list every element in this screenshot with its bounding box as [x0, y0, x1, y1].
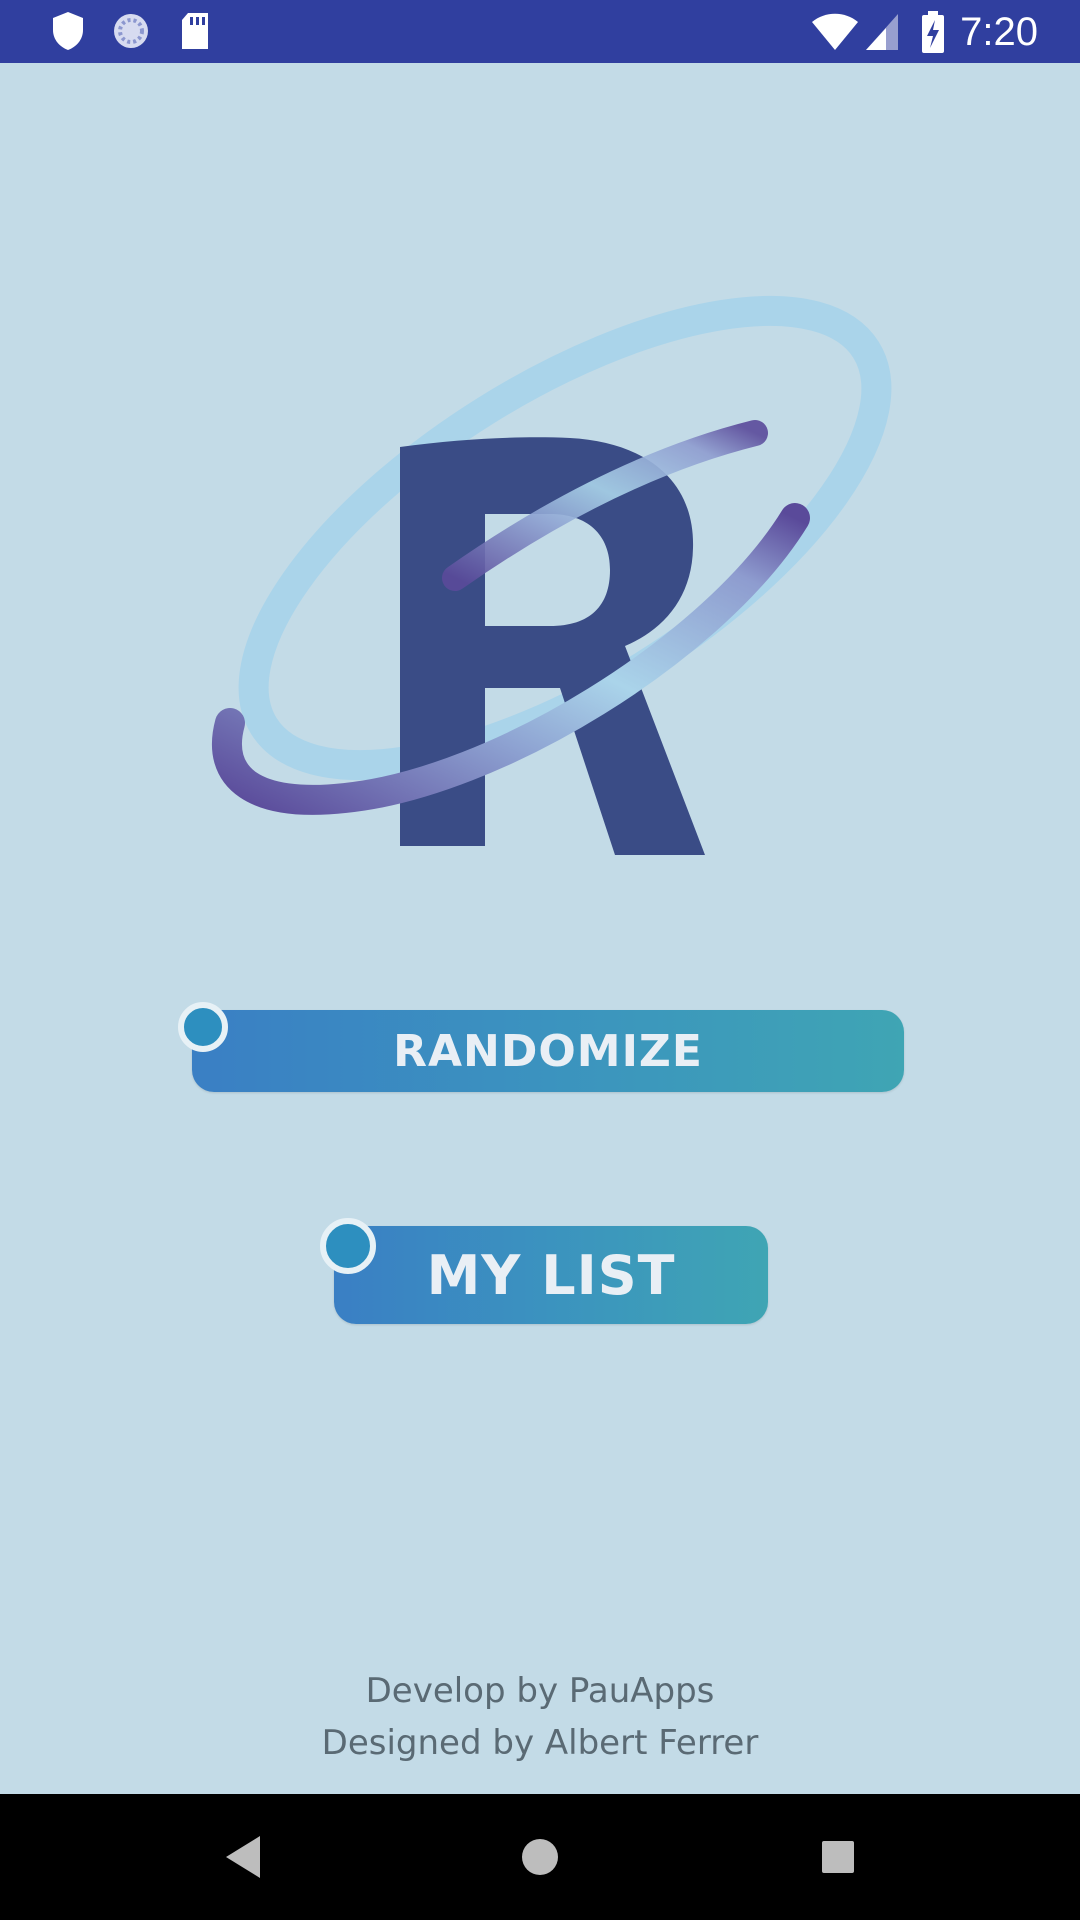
back-icon[interactable] [220, 1832, 266, 1886]
home-icon[interactable] [519, 1832, 561, 1886]
app-logo [195, 218, 895, 858]
sync-icon [110, 10, 152, 56]
randomize-button[interactable]: RANDOMIZE [178, 1002, 904, 1092]
battery-charging-icon [920, 10, 946, 58]
my-list-button[interactable]: MY LIST [320, 1218, 768, 1324]
designer-credit: Designed by Albert Ferrer [321, 1723, 759, 1763]
navigation-bar [0, 1794, 1080, 1920]
developer-credit: Develop by PauApps [365, 1671, 715, 1711]
app-content: RANDOMIZE MY LIST [0, 63, 1080, 1794]
status-bar: 7:20 [0, 0, 1080, 63]
my-list-button-label: MY LIST [426, 1243, 676, 1307]
status-time: 7:20 [960, 10, 1038, 54]
recents-icon[interactable] [819, 1832, 857, 1886]
shield-icon [50, 10, 86, 56]
randomize-button-label: RANDOMIZE [393, 1025, 703, 1077]
signal-icon [864, 12, 900, 56]
sd-card-icon [178, 10, 212, 56]
credits: Develop by PauApps Designed by Albert Fe… [0, 1665, 1080, 1769]
wifi-icon [810, 12, 860, 56]
